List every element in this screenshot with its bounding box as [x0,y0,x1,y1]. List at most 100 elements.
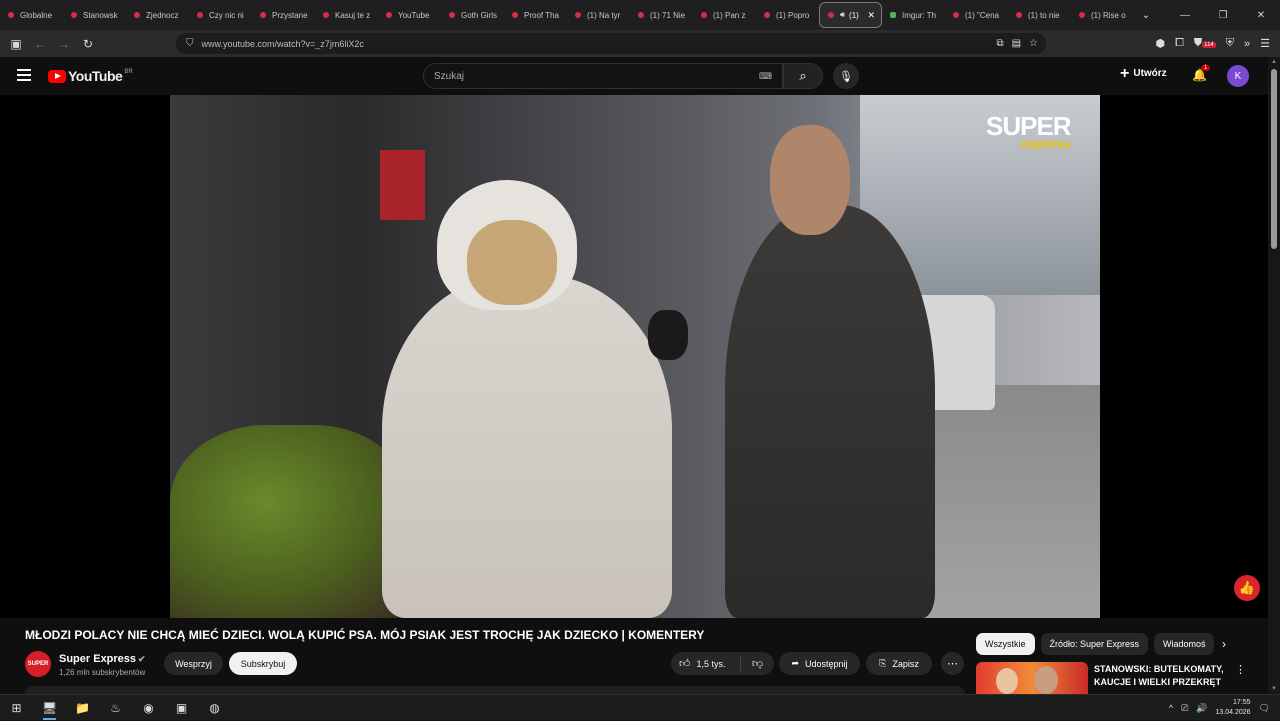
create-button[interactable]: + Utwórz [1120,65,1167,81]
save-button[interactable]: ⎘ Zapisz [866,652,932,675]
browser-tab[interactable]: YouTube [378,2,441,28]
tab-close-icon[interactable]: ✕ [867,10,875,21]
like-dislike-group: 👍︎ 1,5 tys. 👎︎ [671,652,774,675]
scrollbar-thumb[interactable] [1271,69,1277,249]
channel-name[interactable]: Super Express [59,653,136,665]
tab-list-dropdown-icon[interactable]: ⌄ [1134,10,1158,21]
channel-name-row[interactable]: Super Express ✔ [59,653,146,665]
scroll-up-icon[interactable]: ▲ [1271,59,1277,65]
tray-overflow-icon[interactable]: ^ [1169,703,1173,713]
notifications-button[interactable]: 🔔 1 [1192,65,1211,82]
browser-tab[interactable]: Kasuj te z [315,2,378,28]
video-frame[interactable] [170,95,1100,618]
recommended-title[interactable]: STANOWSKI: BUTELKOMATY, KAUCJE I WIELKI … [1094,663,1224,689]
vpn-shield-icon[interactable]: ⬢ [1156,37,1166,50]
menu-icon[interactable]: ☰ [1260,37,1270,50]
close-window-icon[interactable]: ✕ [1242,0,1280,30]
back-icon[interactable]: ← [28,32,52,56]
more-actions-button[interactable]: ⋯ [941,652,964,675]
reload-icon[interactable]: ↻ [76,32,100,56]
like-button[interactable]: 👍︎ 1,5 tys. [671,656,741,671]
site-info-icon[interactable]: ⛉ [186,38,194,49]
video-title: MŁODZI POLACY NIE CHCĄ MIEĆ DZIECI. WOLĄ… [25,628,705,642]
browser-tab[interactable]: 🔊︎ (1) ✕ [819,2,882,28]
support-button[interactable]: Wesprzyj [164,652,223,675]
channel-avatar[interactable]: SUPER [25,651,51,677]
browser-tab[interactable]: (1) Popro [756,2,819,28]
youtube-icon [638,12,644,18]
keyboard-icon[interactable]: ⌨ [759,71,772,82]
browser-tab[interactable]: Stanowsk [63,2,126,28]
overflow-chevron-icon[interactable]: » [1244,38,1250,50]
windows-start-icon[interactable]: ⊞ [0,695,33,721]
browser-tab[interactable]: (1) Rise o [1071,2,1134,28]
chip-news[interactable]: Wiadomoś [1154,633,1215,655]
chip-source[interactable]: Źródło: Super Express [1040,633,1149,655]
browser-tab[interactable]: (1) "Cena [945,2,1008,28]
file-explorer-icon[interactable]: 📁 [66,695,99,721]
extensions-puzzle-icon[interactable]: ⧠ [1175,37,1184,50]
thumbs-up-icon: 👍︎ [679,658,691,670]
firefox-icon[interactable]: ◉ [132,695,165,721]
youtube-play-logo-icon [48,69,66,83]
youtube-icon [512,12,518,18]
youtube-icon [8,12,14,18]
app-globe-icon[interactable]: ◍ [198,695,231,721]
ublock-icon[interactable]: ⛊ 114 [1194,37,1216,50]
browser-tab[interactable]: Przystane [252,2,315,28]
sidebar-toggle-icon[interactable]: ▣ [4,32,28,56]
adguard-icon[interactable]: ⛨ [1226,37,1234,50]
minimize-icon[interactable]: — [1166,0,1204,30]
video-player[interactable]: SUPER express 👍 [0,95,1268,618]
recommended-more-icon[interactable]: ⋮ [1235,663,1246,676]
notion-icon[interactable]: ▣ [165,695,198,721]
browser-tab[interactable]: Czy nic ni [189,2,252,28]
share-button[interactable]: ➦ Udostępnij [779,652,860,675]
guide-menu-icon[interactable] [17,69,31,84]
page-scrollbar[interactable]: ▲ ▼ [1268,57,1280,694]
browser-tab[interactable]: Proof Tha [504,2,567,28]
tab-audio-icon[interactable]: 🔊︎ [840,10,845,20]
picture-in-picture-icon[interactable]: ⧉ [996,38,1003,49]
browser-tab[interactable]: (1) Na tyr [567,2,630,28]
browser-tab[interactable]: Imgur: Th [882,2,945,28]
avatar[interactable]: K [1227,65,1249,87]
chips-next-chevron-icon[interactable]: › [1222,637,1226,651]
like-count: 1,5 tys. [696,658,726,669]
tab-label: (1) Na tyr [587,10,621,20]
url-text[interactable]: www.youtube.com/watch?v=_z7jm6liX2c [202,39,997,49]
search-input[interactable]: Szukaj ⌨ [423,63,783,89]
taskbar: ⊞ 🖥 📁 ♨ ◉ ▣ ◍ ^ ⎚ 🔊 17:55 13.04.2026 🗨 [0,694,1280,720]
save-bookmark-icon: ⎘ [879,658,887,668]
restore-icon[interactable]: ❐ [1204,0,1242,30]
youtube-icon [764,12,770,18]
volume-icon[interactable]: 🔊 [1196,703,1207,714]
browser-tab[interactable]: Goth Girls [441,2,504,28]
browser-tab[interactable]: Zjednocz [126,2,189,28]
reader-view-icon[interactable]: ▤ [1012,38,1021,49]
bookmark-star-icon[interactable]: ☆ [1029,38,1038,49]
browser-tab[interactable]: Globalne [0,2,63,28]
browser-tab[interactable]: (1) Pan z [693,2,756,28]
browser-tab[interactable]: (1) to nie [1008,2,1071,28]
subscribe-button[interactable]: Subskrybuj [229,652,297,675]
forward-icon[interactable]: → [52,32,76,56]
chip-all[interactable]: Wszystkie [976,633,1035,655]
tab-label: (1) [849,10,859,20]
scroll-down-icon[interactable]: ▼ [1271,686,1277,692]
browser-tab[interactable]: (1) 71 Nie [630,2,693,28]
dislike-button[interactable]: 👎︎ [741,657,774,670]
network-icon[interactable]: ⎚ [1181,703,1188,714]
youtube-logo[interactable]: YouTube BR [48,68,133,84]
floating-thumbs-up-icon[interactable]: 👍 [1234,575,1260,601]
voice-search-button[interactable]: 🎙 [833,63,859,89]
recommended-thumbnail[interactable] [976,662,1088,694]
tab-label: Czy nic ni [209,10,244,20]
address-bar[interactable]: ⛉ www.youtube.com/watch?v=_z7jm6liX2c ⧉ … [176,33,1046,54]
youtube-icon [449,12,455,18]
steam-icon[interactable]: ♨ [99,695,132,721]
taskbar-computer-icon[interactable]: 🖥 [33,695,66,721]
clock[interactable]: 17:55 13.04.2026 [1216,698,1251,718]
search-button[interactable]: ⌕ [783,63,823,89]
notifications-center-icon[interactable]: 🗨 [1259,703,1270,714]
